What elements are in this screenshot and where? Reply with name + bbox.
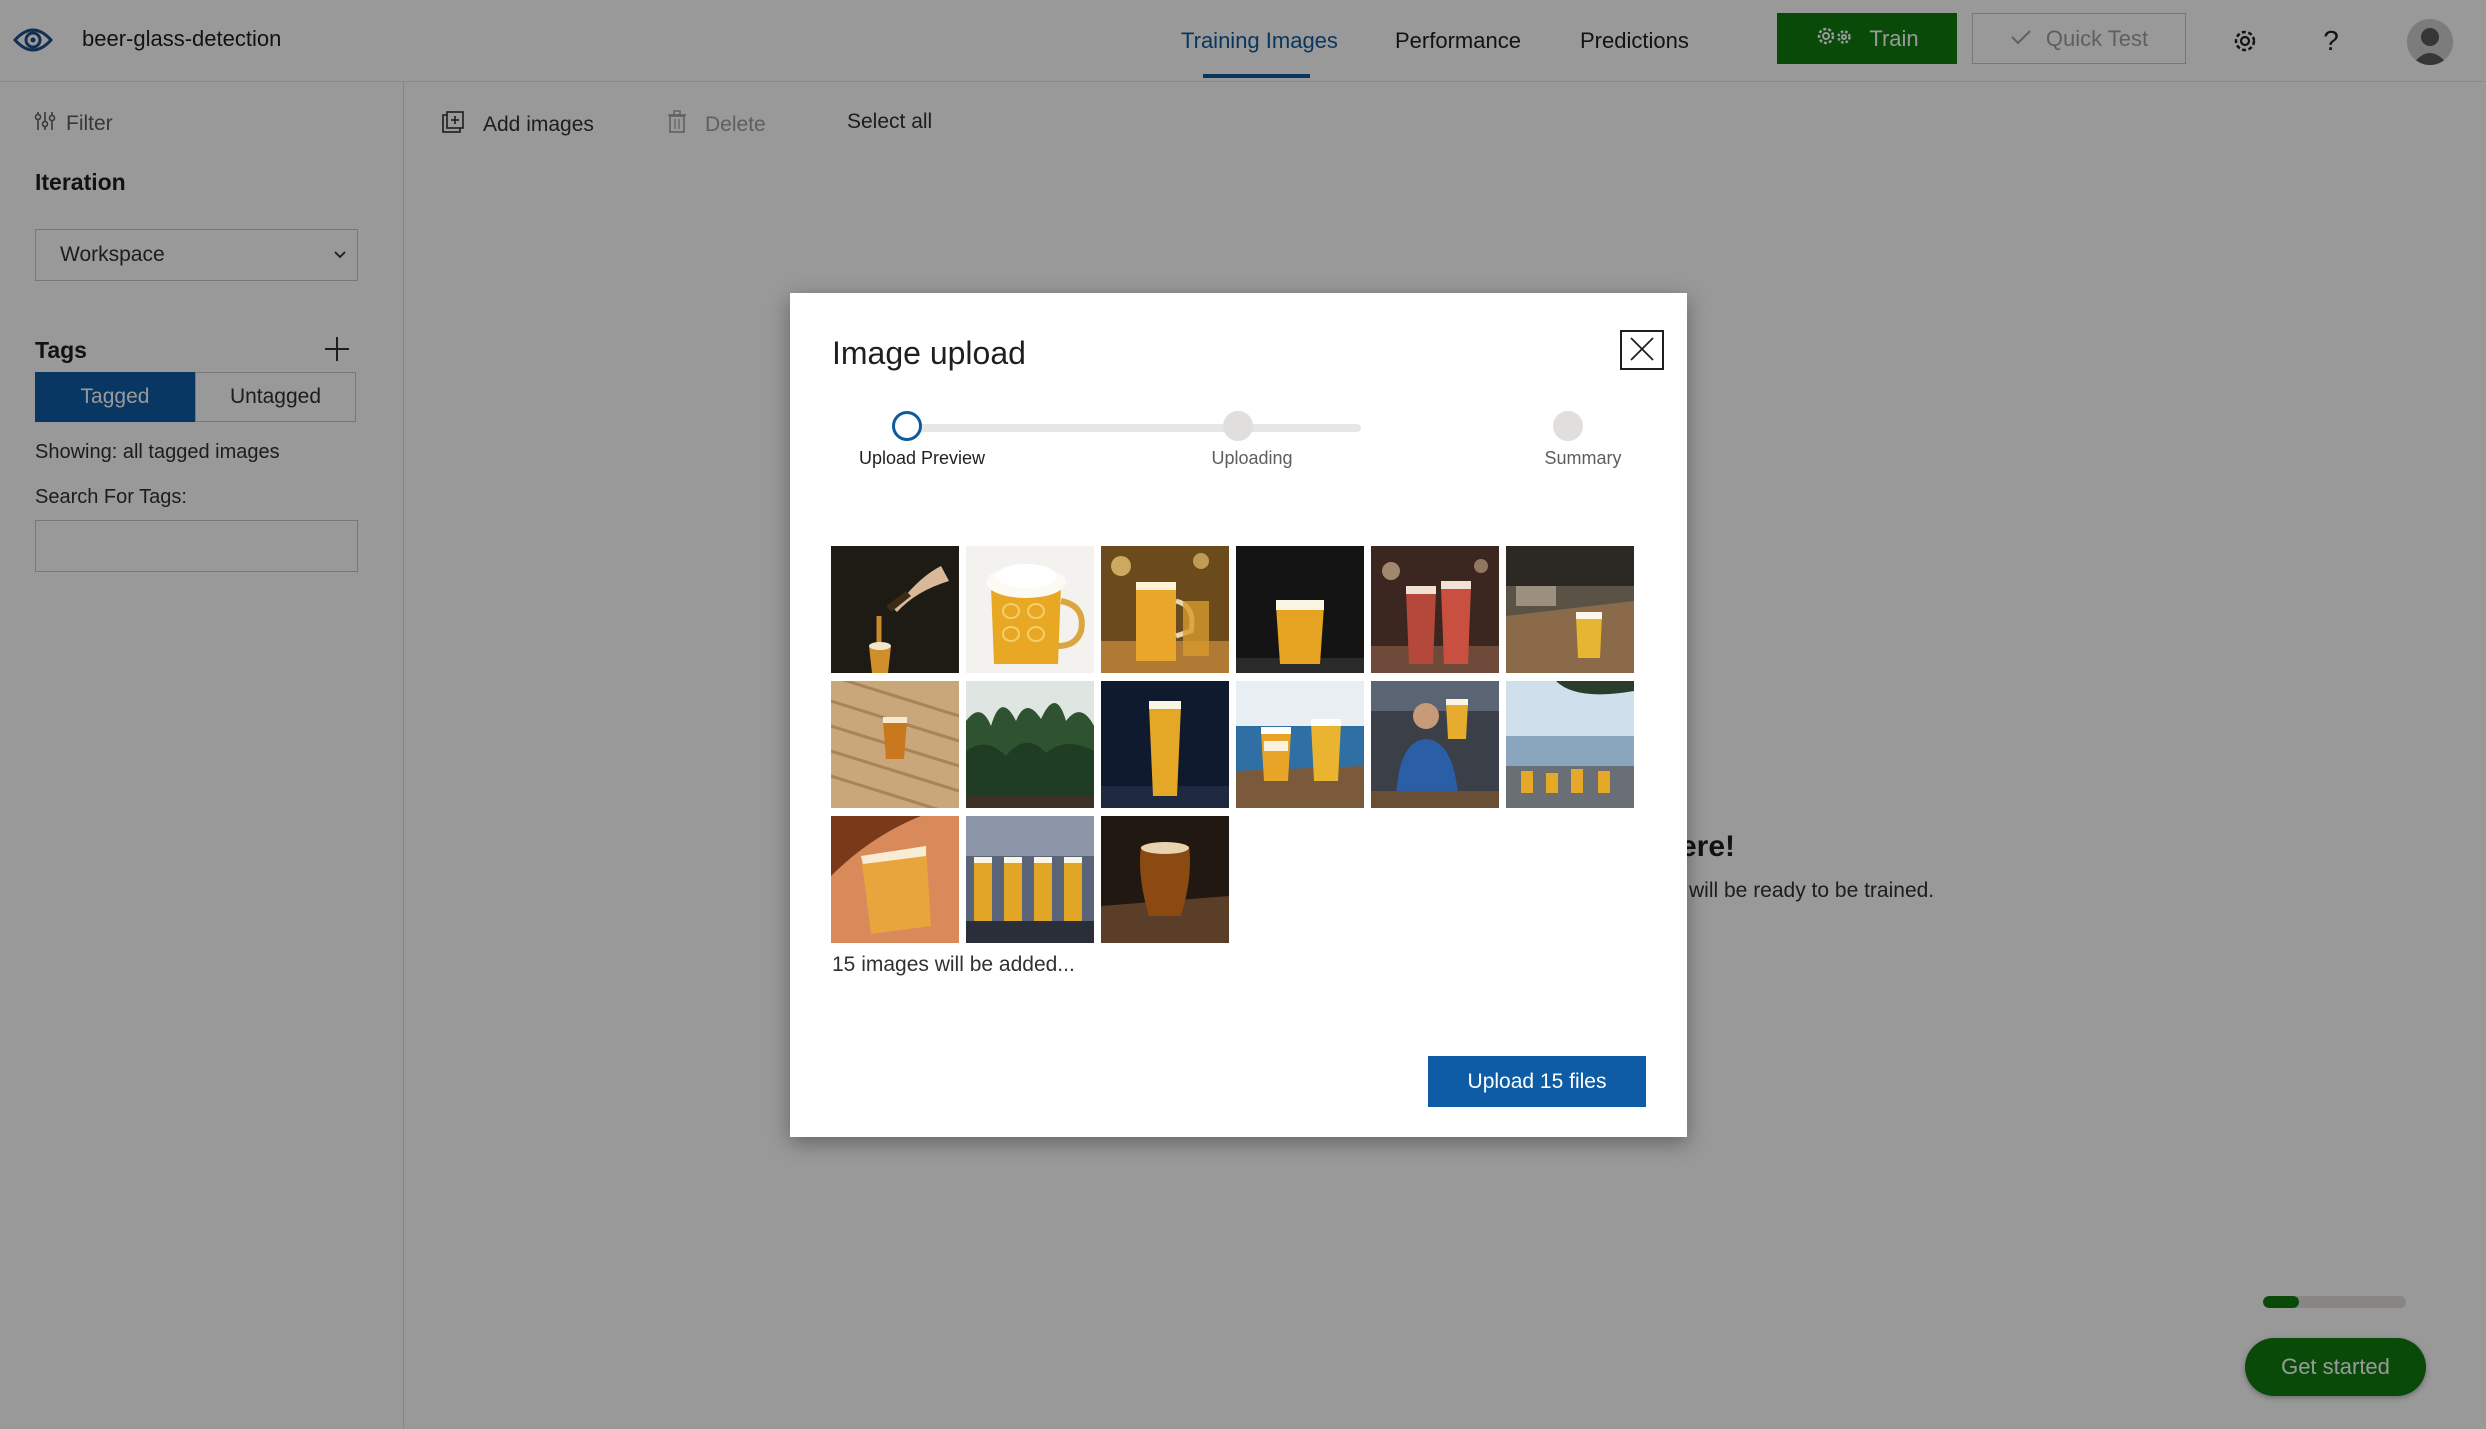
close-icon — [1629, 336, 1655, 365]
thumbnail-grid — [831, 546, 1641, 943]
thumbnail-12 — [1506, 681, 1634, 808]
thumbnail-11 — [1371, 681, 1499, 808]
stepper-track — [907, 424, 1361, 432]
thumbnail-7 — [831, 681, 959, 808]
close-button[interactable] — [1620, 330, 1664, 370]
images-count-text: 15 images will be added... — [832, 953, 1075, 976]
thumbnail-14 — [966, 816, 1094, 943]
thumbnail-15 — [1101, 816, 1229, 943]
thumbnail-5 — [1371, 546, 1499, 673]
step-upload-preview-label: Upload Preview — [858, 448, 986, 468]
thumbnail-8 — [966, 681, 1094, 808]
dialog-title: Image upload — [832, 335, 1026, 371]
step-uploading-label: Uploading — [1211, 448, 1293, 468]
step-summary-dot — [1553, 411, 1583, 441]
step-upload-preview-dot — [892, 411, 922, 441]
thumbnail-1 — [831, 546, 959, 673]
thumbnail-4 — [1236, 546, 1364, 673]
image-upload-dialog: Image upload Upload Preview Uploading Su… — [790, 293, 1687, 1137]
upload-files-button[interactable]: Upload 15 files — [1428, 1056, 1646, 1107]
thumbnail-2 — [966, 546, 1094, 673]
thumbnail-3 — [1101, 546, 1229, 673]
thumbnail-6 — [1506, 546, 1634, 673]
thumbnail-10 — [1236, 681, 1364, 808]
thumbnail-13 — [831, 816, 959, 943]
thumbnail-9 — [1101, 681, 1229, 808]
step-summary-label: Summary — [1544, 448, 1622, 468]
step-uploading-dot — [1223, 411, 1253, 441]
